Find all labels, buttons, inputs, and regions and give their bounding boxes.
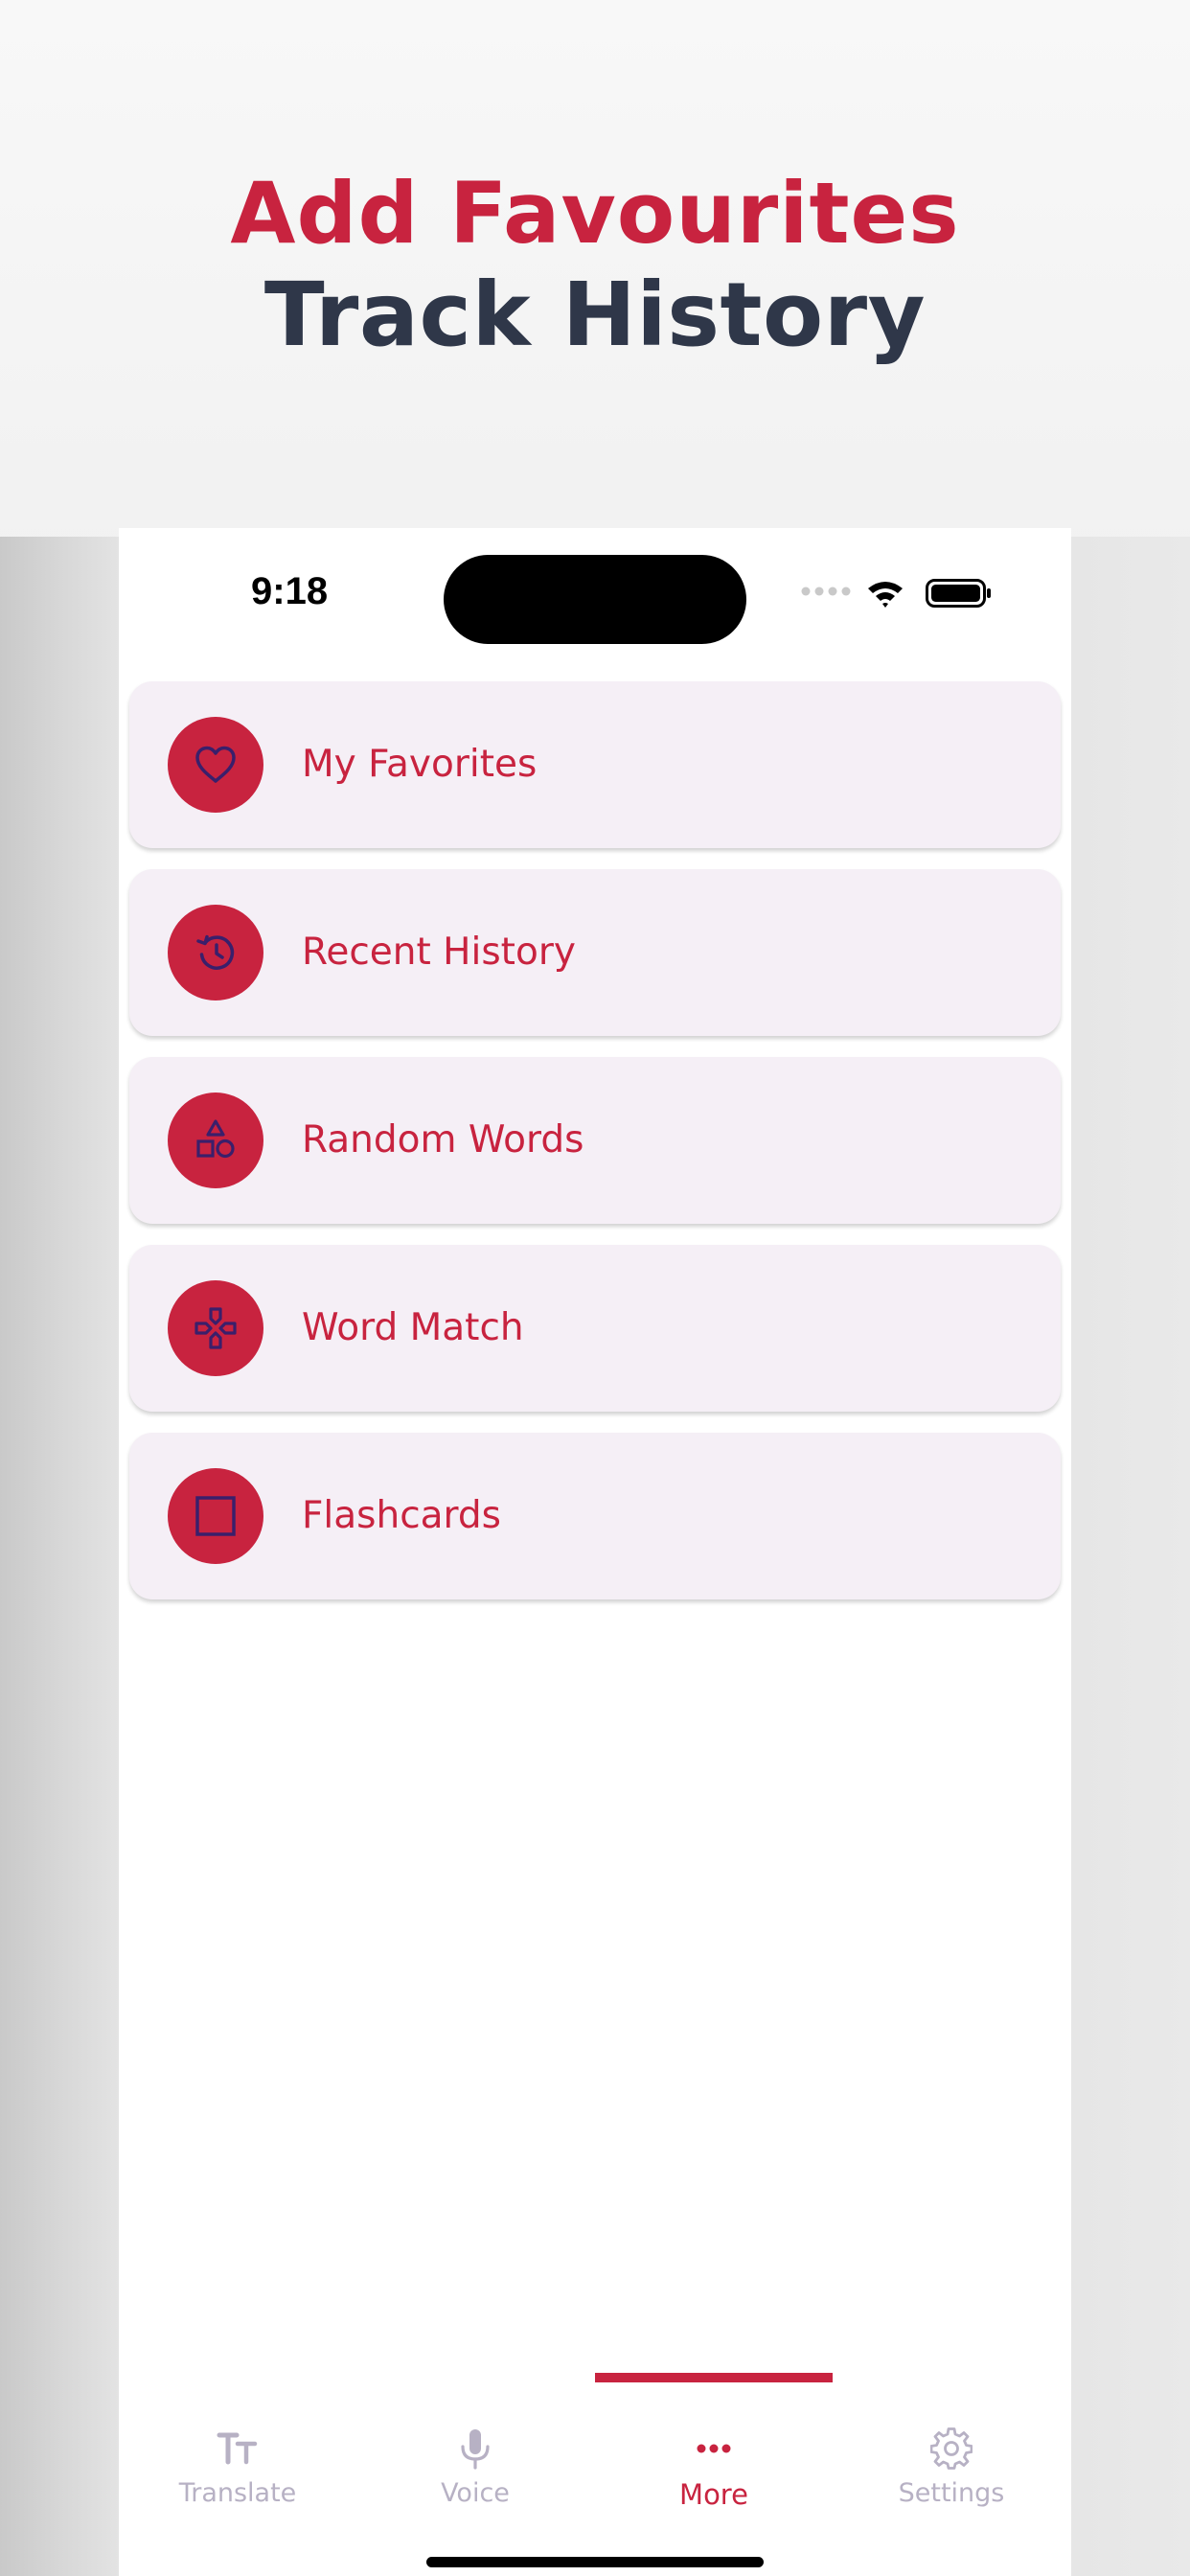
- background-shadow-left: [0, 537, 119, 2576]
- promo-headline: Add Favourites Track History: [0, 163, 1190, 366]
- menu-item-label: Word Match: [302, 1306, 524, 1349]
- microphone-icon: [461, 2429, 490, 2470]
- cellular-signal-icon: [801, 586, 851, 596]
- menu-item-word-match[interactable]: Word Match: [129, 1245, 1061, 1412]
- headline-line-1: Add Favourites: [230, 164, 960, 263]
- phone-screen: 9:18 My Favorites Recent History Random …: [119, 528, 1071, 2576]
- menu-item-random-words[interactable]: Random Words: [129, 1057, 1061, 1224]
- text-size-icon: [217, 2432, 258, 2465]
- history-icon: [196, 934, 235, 970]
- tab-translate[interactable]: Translate: [119, 2372, 356, 2516]
- tab-label: More: [679, 2478, 748, 2511]
- dynamic-island: [444, 555, 746, 644]
- menu-item-label: Recent History: [302, 931, 576, 974]
- menu-icon-badge: [168, 1280, 263, 1376]
- menu-icon-badge: [168, 717, 263, 813]
- tab-settings[interactable]: Settings: [833, 2372, 1070, 2516]
- tab-more[interactable]: More: [595, 2372, 833, 2516]
- gamepad-icon: [195, 1307, 237, 1349]
- square-icon: [195, 1496, 236, 1536]
- menu-item-label: Flashcards: [302, 1494, 501, 1537]
- shapes-icon: [196, 1119, 235, 1159]
- headline-line-2: Track History: [263, 264, 927, 366]
- battery-icon: [926, 579, 991, 608]
- menu-item-my-favorites[interactable]: My Favorites: [129, 681, 1061, 848]
- heart-icon: [195, 746, 236, 783]
- tab-label: Voice: [441, 2478, 510, 2508]
- wifi-icon: [868, 582, 903, 608]
- bottom-tab-bar: Translate Voice More Settings: [119, 2372, 1071, 2516]
- menu-item-recent-history[interactable]: Recent History: [129, 869, 1061, 1036]
- menu-icon-badge: [168, 1468, 263, 1564]
- tab-voice[interactable]: Voice: [356, 2372, 594, 2516]
- status-time: 9:18: [251, 570, 329, 612]
- tab-label: Settings: [898, 2478, 1005, 2508]
- more-menu-list: My Favorites Recent History Random Words…: [129, 681, 1061, 1621]
- menu-icon-badge: [168, 905, 263, 1000]
- more-dots-icon: [697, 2444, 731, 2453]
- menu-item-flashcards[interactable]: Flashcards: [129, 1433, 1061, 1599]
- menu-icon-badge: [168, 1092, 263, 1188]
- menu-item-label: Random Words: [302, 1118, 584, 1162]
- background-shadow-right: [1071, 537, 1190, 2576]
- menu-item-label: My Favorites: [302, 743, 538, 786]
- gear-icon: [930, 2427, 973, 2470]
- tab-label: Translate: [178, 2478, 297, 2508]
- home-indicator[interactable]: [426, 2557, 764, 2567]
